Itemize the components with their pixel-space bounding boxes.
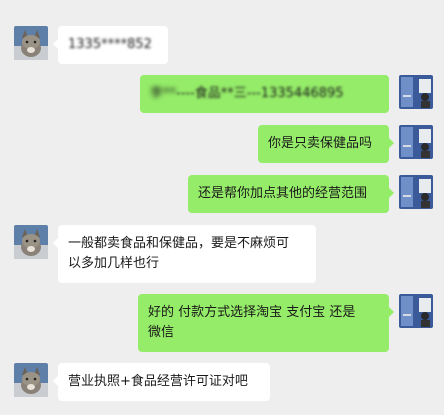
- cat-avatar-icon: [14, 26, 48, 60]
- contact-avatar[interactable]: [14, 363, 48, 397]
- self-avatar[interactable]: [399, 294, 433, 328]
- scenery-avatar-icon: [399, 175, 433, 209]
- scenery-avatar-icon: [399, 294, 433, 328]
- scenery-avatar-icon: [399, 75, 433, 109]
- message-text: 1335****852: [68, 37, 152, 52]
- self-avatar[interactable]: [399, 125, 433, 159]
- message-line: 好的 付款方式选择淘宝 支付宝 还是: [148, 305, 356, 320]
- scenery-avatar-icon: [399, 125, 433, 159]
- message-text: 营业执照+食品经营许可证对吧: [68, 374, 248, 389]
- message-line: 一般都卖食品和保健品，要是不麻烦可: [68, 236, 290, 251]
- message-text-part: ----食品**三---1335446895: [176, 86, 344, 101]
- cat-avatar-icon: [14, 363, 48, 397]
- message-bubble[interactable]: 还是帮你加点其他的经营范围: [188, 175, 394, 213]
- message-bubble[interactable]: 1335****852: [53, 26, 168, 64]
- message-bubble[interactable]: 李**----食品**三---1335446895: [140, 75, 389, 113]
- message-bubble[interactable]: 你是只卖保健品吗: [258, 125, 394, 163]
- message-text-part: 李**: [150, 86, 177, 101]
- message-bubble[interactable]: 好的 付款方式选择淘宝 支付宝 还是 微信: [138, 294, 394, 352]
- self-avatar[interactable]: [399, 175, 433, 209]
- contact-avatar[interactable]: [14, 26, 48, 60]
- message-line: 微信: [148, 325, 175, 340]
- self-avatar[interactable]: [399, 75, 433, 109]
- message-bubble[interactable]: 一般都卖食品和保健品，要是不麻烦可 以多加几样也行: [53, 225, 316, 283]
- cat-avatar-icon: [14, 225, 48, 259]
- message-line: 以多加几样也行: [68, 256, 160, 271]
- contact-avatar[interactable]: [14, 225, 48, 259]
- message-text: 你是只卖保健品吗: [268, 136, 373, 151]
- message-text: 还是帮你加点其他的经营范围: [198, 186, 368, 201]
- message-bubble[interactable]: 营业执照+食品经营许可证对吧: [53, 363, 270, 401]
